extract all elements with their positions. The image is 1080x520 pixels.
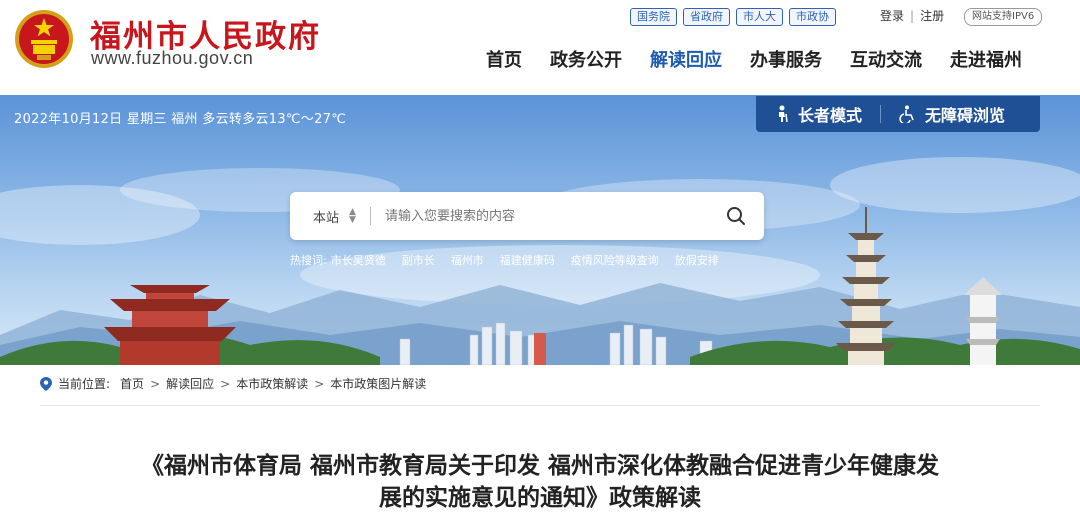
breadcrumb-item-interpretation[interactable]: 解读回应: [166, 375, 214, 392]
article-title-line-1: 《福州市体育局 福州市教育局关于印发 福州市深化体教融合促进青少年健康发: [140, 453, 939, 479]
portal-link-state-council[interactable]: 国务院: [630, 8, 677, 26]
accessibility-label: 无障碍浏览: [925, 106, 1006, 125]
hero-banner: 2022年10月12日 星期三 福州 多云转多云13℃～27℃ 长者模式 无障碍…: [0, 95, 1080, 365]
search-button[interactable]: [708, 192, 764, 240]
auth-links: 登录 | 注册: [880, 8, 944, 24]
search-box: 本站 ▲ ▼: [290, 192, 764, 240]
portal-link-cppcc[interactable]: 市政协: [789, 8, 836, 26]
site-url[interactable]: www.fuzhou.gov.cn: [91, 48, 253, 69]
auth-separator: |: [910, 9, 915, 23]
nav-home[interactable]: 首页: [472, 47, 536, 75]
search-scope-label: 本站: [313, 210, 340, 226]
hot-term[interactable]: 福建健康码: [500, 252, 555, 268]
breadcrumb-label: 当前位置:: [58, 377, 111, 391]
sort-arrows-icon: ▲ ▼: [349, 207, 356, 225]
login-link[interactable]: 登录: [880, 8, 904, 24]
national-emblem-icon: [15, 10, 73, 68]
nav-interaction[interactable]: 互动交流: [836, 47, 936, 75]
search-icon: [727, 207, 745, 225]
wheelchair-icon: [899, 105, 914, 123]
accessibility-button[interactable]: 无障碍浏览: [881, 96, 1023, 132]
breadcrumb: 当前位置: 首页 > 解读回应 > 本市政策解读 > 本市政策图片解读: [40, 375, 426, 392]
accessibility-bar: 长者模式 无障碍浏览: [756, 96, 1040, 132]
date-weather: 2022年10月12日 星期三 福州 多云转多云13℃～27℃: [14, 112, 347, 127]
elder-mode-label: 长者模式: [798, 106, 863, 125]
hot-search-terms: 热搜词: 市长吴贤德 副市长 福州市 福建健康码 疫情风险等级查询 放假安排: [290, 252, 719, 268]
ipv6-badge: 网站支持IPV6: [964, 8, 1043, 26]
hot-term[interactable]: 福州市: [451, 252, 484, 268]
nav-government-affairs[interactable]: 政务公开: [536, 47, 636, 75]
search-input[interactable]: [371, 208, 708, 224]
nav-interpretation[interactable]: 解读回应: [636, 47, 736, 75]
breadcrumb-divider: [40, 405, 1040, 406]
breadcrumb-separator: >: [220, 376, 231, 391]
hot-term[interactable]: 放假安排: [675, 252, 719, 268]
hot-term[interactable]: 副市长: [402, 252, 435, 268]
hot-search-label: 热搜词:: [290, 254, 327, 267]
location-pin-icon: [40, 376, 52, 391]
register-link[interactable]: 注册: [920, 8, 944, 24]
site-header: 福州市人民政府 www.fuzhou.gov.cn 国务院 省政府 市人大 市政…: [0, 0, 1080, 95]
portal-link-province[interactable]: 省政府: [683, 8, 730, 26]
hot-term[interactable]: 疫情风险等级查询: [571, 252, 659, 268]
elder-mode-button[interactable]: 长者模式: [756, 96, 880, 132]
article-content: 当前位置: 首页 > 解读回应 > 本市政策解读 > 本市政策图片解读 《福州市…: [40, 365, 1040, 520]
main-nav: 首页 政务公开 解读回应 办事服务 互动交流 走进福州: [472, 47, 1036, 75]
portal-link-npc[interactable]: 市人大: [736, 8, 783, 26]
breadcrumb-item-home[interactable]: 首页: [120, 375, 144, 392]
nav-about-fuzhou[interactable]: 走进福州: [936, 47, 1036, 75]
elder-icon: [779, 105, 788, 123]
search-scope-select[interactable]: 本站 ▲ ▼: [290, 207, 370, 226]
hot-term[interactable]: 市长吴贤德: [331, 252, 386, 268]
breadcrumb-separator: >: [314, 376, 325, 391]
breadcrumb-item-graphic-policy[interactable]: 本市政策图片解读: [330, 375, 426, 392]
article-title: 《福州市体育局 福州市教育局关于印发 福州市深化体教融合促进青少年健康发 展的实…: [95, 450, 985, 514]
breadcrumb-item-policy[interactable]: 本市政策解读: [236, 375, 308, 392]
breadcrumb-separator: >: [150, 376, 161, 391]
portal-links: 国务院 省政府 市人大 市政协: [630, 8, 836, 26]
article-title-line-2: 展的实施意见的通知》政策解读: [379, 485, 701, 511]
nav-services[interactable]: 办事服务: [736, 47, 836, 75]
